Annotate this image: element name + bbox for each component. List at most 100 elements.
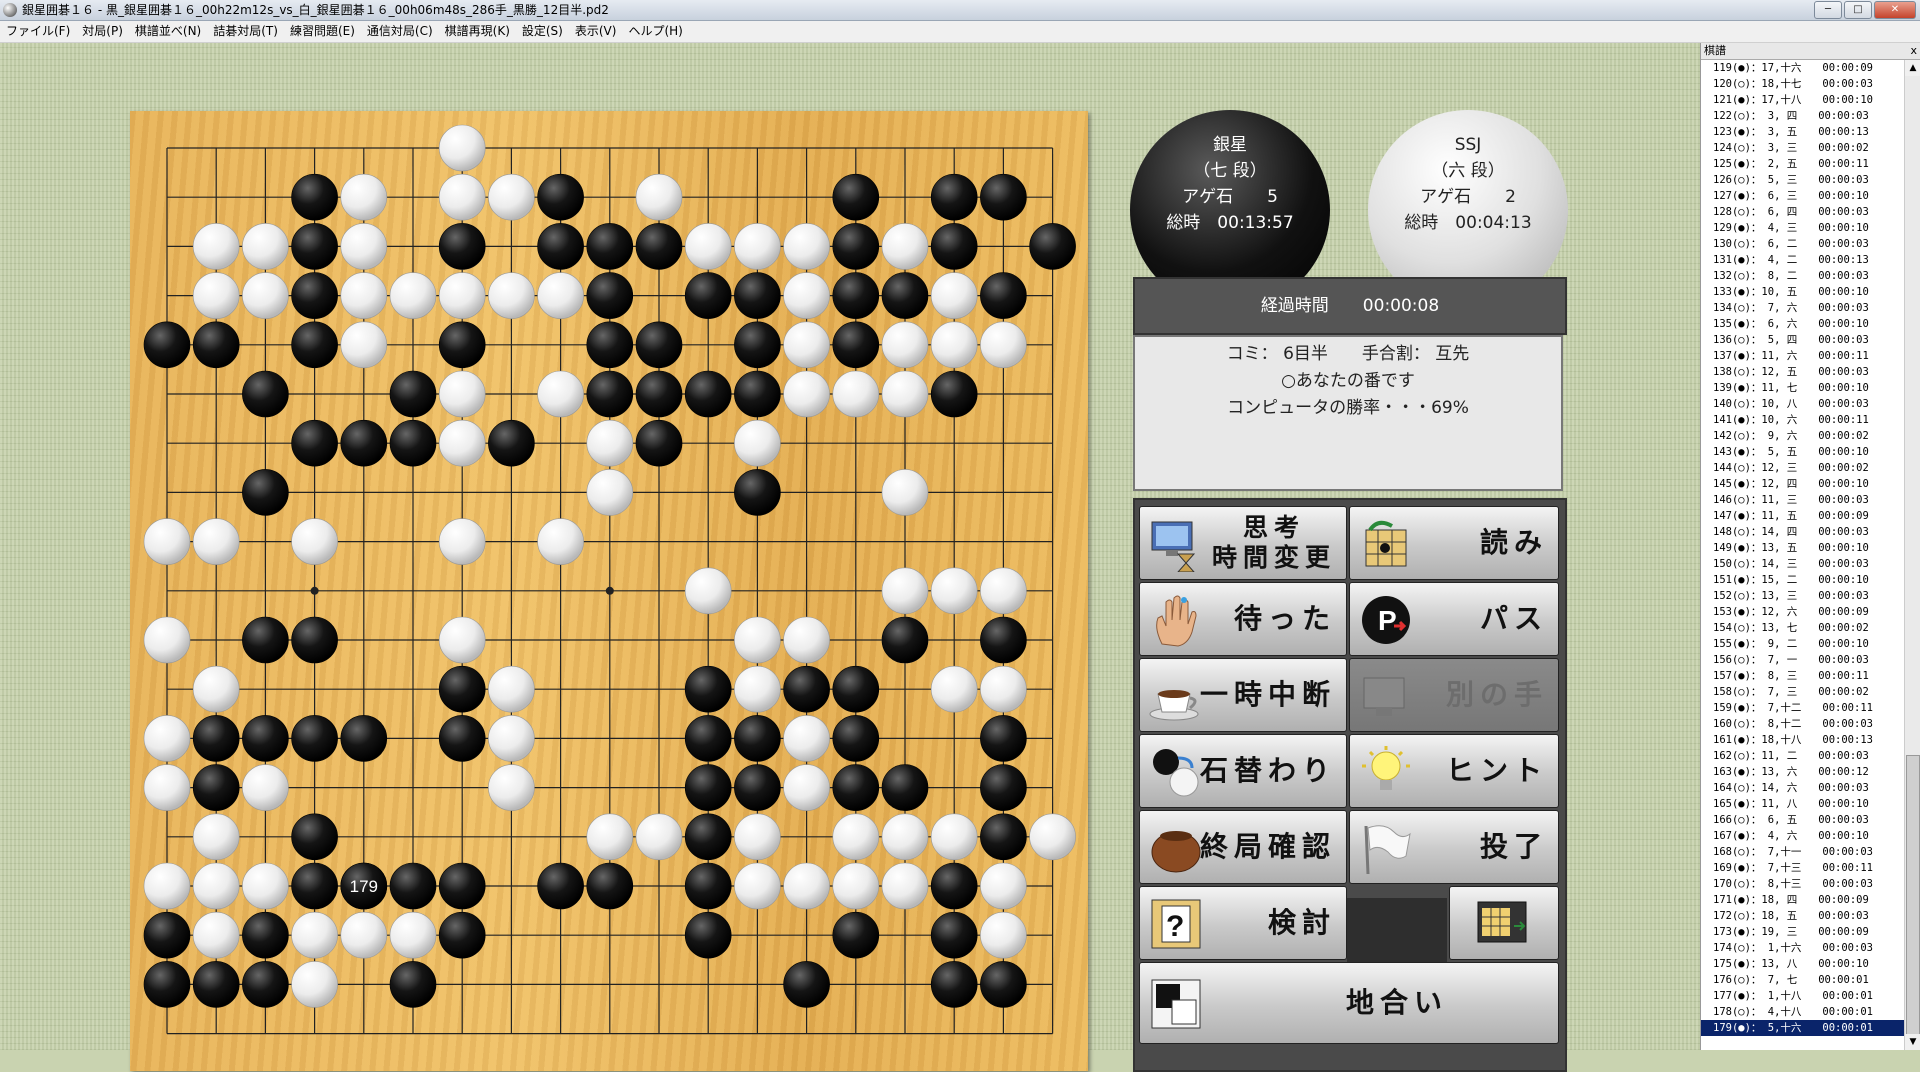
kifu-move-row[interactable]: 176(○)： 7, 七 00:00:01 [1701,972,1904,988]
white-stone [881,321,929,369]
kifu-move-row[interactable]: 172(○)：18, 五 00:00:03 [1701,908,1904,924]
kifu-move-row[interactable]: 153(●)：12, 六 00:00:09 [1701,604,1904,620]
kifu-move-row[interactable]: 173(●)：19, 三 00:00:09 [1701,924,1904,940]
kifu-move-row[interactable]: 175(●)：13, 八 00:00:10 [1701,956,1904,972]
kifu-move-row[interactable]: 178(○)： 4,十八 00:00:01 [1701,1004,1904,1020]
hint-button[interactable]: ヒント [1349,734,1559,808]
kifu-move-row[interactable]: 123(●)： 3, 五 00:00:13 [1701,124,1904,140]
kifu-move-row[interactable]: 132(○)： 8, 二 00:00:03 [1701,268,1904,284]
kifu-move-row[interactable]: 156(○)： 7, 一 00:00:03 [1701,652,1904,668]
kifu-move-row[interactable]: 142(○)： 9, 六 00:00:02 [1701,428,1904,444]
undo-button[interactable]: 待った [1139,582,1347,656]
kifu-move-row[interactable]: 136(○)： 5, 四 00:00:03 [1701,332,1904,348]
kifu-move-row[interactable]: 167(●)： 4, 六 00:00:10 [1701,828,1904,844]
kifu-move-row[interactable]: 155(●)： 9, 二 00:00:10 [1701,636,1904,652]
menu-view[interactable]: 表示(V) [569,21,623,42]
pause-button[interactable]: 一時中断 [1139,658,1347,732]
kifu-move-row[interactable]: 157(●)： 8, 三 00:00:11 [1701,668,1904,684]
kifu-move-row[interactable]: 128(○)： 6, 四 00:00:03 [1701,204,1904,220]
black-stone [438,223,486,270]
kifu-move-row[interactable]: 150(○)：14, 三 00:00:03 [1701,556,1904,572]
kifu-move-row[interactable]: 151(●)：15, 二 00:00:10 [1701,572,1904,588]
kifu-move-row[interactable]: 149(●)：13, 五 00:00:10 [1701,540,1904,556]
board-grid[interactable]: 179 [130,111,1088,1071]
swap-button[interactable]: 石替わり [1139,734,1347,808]
think-time-button[interactable]: 思考 時間変更 [1139,506,1347,580]
kifu-move-row[interactable]: 125(●)： 2, 五 00:00:11 [1701,156,1904,172]
pass-button[interactable]: P パス [1349,582,1559,656]
kifu-move-row[interactable]: 171(●)：18, 四 00:00:09 [1701,892,1904,908]
kifu-move-row[interactable]: 165(●)：11, 八 00:00:10 [1701,796,1904,812]
kifu-move-row[interactable]: 148(○)：14, 四 00:00:03 [1701,524,1904,540]
board-display-button[interactable] [1449,886,1559,960]
kifu-move-row[interactable]: 124(○)： 3, 三 00:00:02 [1701,140,1904,156]
black-stone [291,813,338,861]
confirm-end-button[interactable]: 終局確認 [1139,810,1347,884]
kifu-move-row[interactable]: 137(●)：11, 六 00:00:11 [1701,348,1904,364]
kifu-move-row[interactable]: 119(●)：17,十六 00:00:09 [1701,60,1904,76]
menu-replay[interactable]: 棋譜再現(K) [439,21,516,42]
scroll-up-icon[interactable]: ▲ [1905,60,1920,76]
menu-help[interactable]: ヘルプ(H) [622,21,688,42]
minimize-button[interactable]: ─ [1814,1,1842,19]
kifu-move-row[interactable]: 161(●)：18,十八 00:00:13 [1701,732,1904,748]
kifu-move-row[interactable]: 121(●)：17,十八 00:00:10 [1701,92,1904,108]
kifu-move-row[interactable]: 162(○)：11, 二 00:00:03 [1701,748,1904,764]
kifu-move-row[interactable]: 166(○)： 6, 五 00:00:03 [1701,812,1904,828]
menu-arrange[interactable]: 棋譜並べ(N) [129,21,207,42]
kifu-move-row[interactable]: 138(○)：12, 五 00:00:03 [1701,364,1904,380]
kifu-move-row[interactable]: 139(●)：11, 七 00:00:10 [1701,380,1904,396]
menu-practice[interactable]: 練習問題(E) [284,21,361,42]
resign-button[interactable]: 投了 [1349,810,1559,884]
kifu-move-row[interactable]: 127(●)： 6, 三 00:00:10 [1701,188,1904,204]
menu-tsumego[interactable]: 詰碁対局(T) [207,21,284,42]
close-button[interactable]: ✕ [1874,1,1916,19]
kifu-move-row[interactable]: 152(○)：13, 三 00:00:03 [1701,588,1904,604]
kifu-move-row[interactable]: 140(○)：10, 八 00:00:03 [1701,396,1904,412]
kifu-move-row[interactable]: 141(●)：10, 六 00:00:11 [1701,412,1904,428]
kifu-move-row[interactable]: 160(○)： 8,十二 00:00:03 [1701,716,1904,732]
menu-file[interactable]: ファイル(F) [0,21,76,42]
board-arrow-icon [1365,520,1407,567]
kifu-move-row[interactable]: 143(●)： 5, 五 00:00:10 [1701,444,1904,460]
kifu-move-row[interactable]: 154(○)：13, 七 00:00:02 [1701,620,1904,636]
kifu-move-row[interactable]: 145(●)：12, 四 00:00:10 [1701,476,1904,492]
menu-network[interactable]: 通信対局(C) [361,21,439,42]
review-button[interactable]: ? 検討 [1139,886,1347,960]
kifu-move-row[interactable]: 170(○)： 8,十三 00:00:03 [1701,876,1904,892]
kifu-scrollbar[interactable]: ▲ ▼ [1904,60,1920,1050]
kifu-move-row[interactable]: 177(●)： 1,十八 00:00:01 [1701,988,1904,1004]
black-stone [635,223,683,270]
kifu-move-row[interactable]: 133(●)：10, 五 00:00:10 [1701,284,1904,300]
kifu-move-row[interactable]: 164(○)：14, 六 00:00:03 [1701,780,1904,796]
kifu-move-row[interactable]: 168(○)： 7,十一 00:00:03 [1701,844,1904,860]
kifu-move-row[interactable]: 126(○)： 5, 三 00:00:03 [1701,172,1904,188]
menu-settings[interactable]: 設定(S) [516,21,569,42]
kifu-move-row[interactable]: 159(●)： 7,十二 00:00:11 [1701,700,1904,716]
kifu-move-row[interactable]: 130(○)： 6, 二 00:00:03 [1701,236,1904,252]
read-button[interactable]: 読み [1349,506,1559,580]
maximize-button[interactable]: □ [1844,1,1872,19]
kifu-move-row[interactable]: 174(○)： 1,十六 00:00:03 [1701,940,1904,956]
kifu-move-row[interactable]: 146(○)：11, 三 00:00:03 [1701,492,1904,508]
kifu-move-row[interactable]: 144(○)：12, 三 00:00:02 [1701,460,1904,476]
scroll-down-icon[interactable]: ▼ [1905,1034,1920,1050]
kifu-move-row[interactable]: 122(○)： 3, 四 00:00:03 [1701,108,1904,124]
kifu-move-row[interactable]: 129(●)： 4, 三 00:00:10 [1701,220,1904,236]
kifu-move-row[interactable]: 131(●)： 4, 二 00:00:13 [1701,252,1904,268]
kifu-move-row[interactable]: 134(○)： 7, 六 00:00:03 [1701,300,1904,316]
kifu-close-button[interactable]: x [1910,43,1917,59]
kifu-move-row[interactable]: 120(○)：18,十七 00:00:03 [1701,76,1904,92]
kifu-move-row[interactable]: 158(○)： 7, 三 00:00:02 [1701,684,1904,700]
kifu-move-row[interactable]: 135(●)： 6, 六 00:00:10 [1701,316,1904,332]
other-move-button[interactable]: 別の手 [1349,658,1559,732]
menu-game[interactable]: 対局(P) [76,21,129,42]
kifu-move-row[interactable]: 169(●)： 7,十三 00:00:11 [1701,860,1904,876]
scroll-thumb[interactable] [1906,755,1920,1035]
kifu-move-row[interactable]: 147(●)：11, 五 00:00:09 [1701,508,1904,524]
kifu-move-row[interactable]: 163(●)：13, 六 00:00:12 [1701,764,1904,780]
kifu-move-row[interactable]: 179(●)： 5,十六 00:00:01 [1701,1020,1904,1036]
go-board[interactable]: 179 [130,111,1088,1071]
territory-button[interactable]: 地合い [1139,962,1559,1044]
kifu-move-list[interactable]: 119(●)：17,十六 00:00:09 120(○)：18,十七 00:00:… [1701,60,1904,1050]
